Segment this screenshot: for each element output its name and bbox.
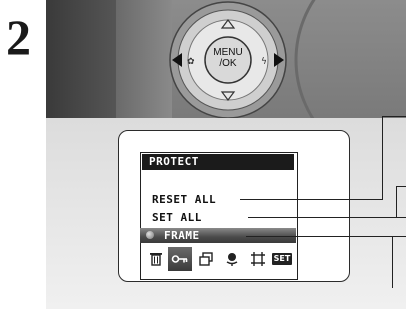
menu-item-reset-all[interactable]: RESET ALL	[152, 193, 216, 207]
microphone-icon[interactable]	[220, 247, 244, 271]
menu-item-frame[interactable]: FRAME	[164, 229, 200, 243]
selection-dot-icon	[146, 231, 154, 239]
callout-line-reset-all	[240, 199, 382, 200]
trash-icon[interactable]	[144, 247, 168, 271]
copy-icon[interactable]	[194, 247, 218, 271]
callout-tick-1	[382, 116, 406, 117]
menu-item-set-all[interactable]: SET ALL	[152, 211, 202, 225]
callout-vertical-1	[382, 116, 383, 200]
callout-tick-2	[396, 186, 406, 187]
callout-vertical-2	[396, 186, 397, 217]
menu-ok-label-line1: MENU	[213, 47, 243, 58]
key-icon[interactable]	[168, 247, 192, 271]
set-icon[interactable]: SET	[270, 247, 294, 271]
set-icon-label: SET	[271, 253, 293, 265]
step-number: 2	[6, 9, 31, 65]
trim-icon[interactable]	[246, 247, 270, 271]
menu-title: PROTECT	[142, 154, 294, 170]
svg-text:ϟ: ϟ	[261, 57, 267, 67]
menu-ok-label-line2: /OK	[219, 58, 237, 69]
callout-vertical-3	[392, 236, 393, 288]
menu-icon-bar: SET	[142, 247, 294, 271]
menu-ok-button[interactable]: MENU /OK	[205, 47, 251, 69]
callout-line-frame	[246, 236, 406, 237]
callout-line-set-all	[248, 217, 406, 218]
